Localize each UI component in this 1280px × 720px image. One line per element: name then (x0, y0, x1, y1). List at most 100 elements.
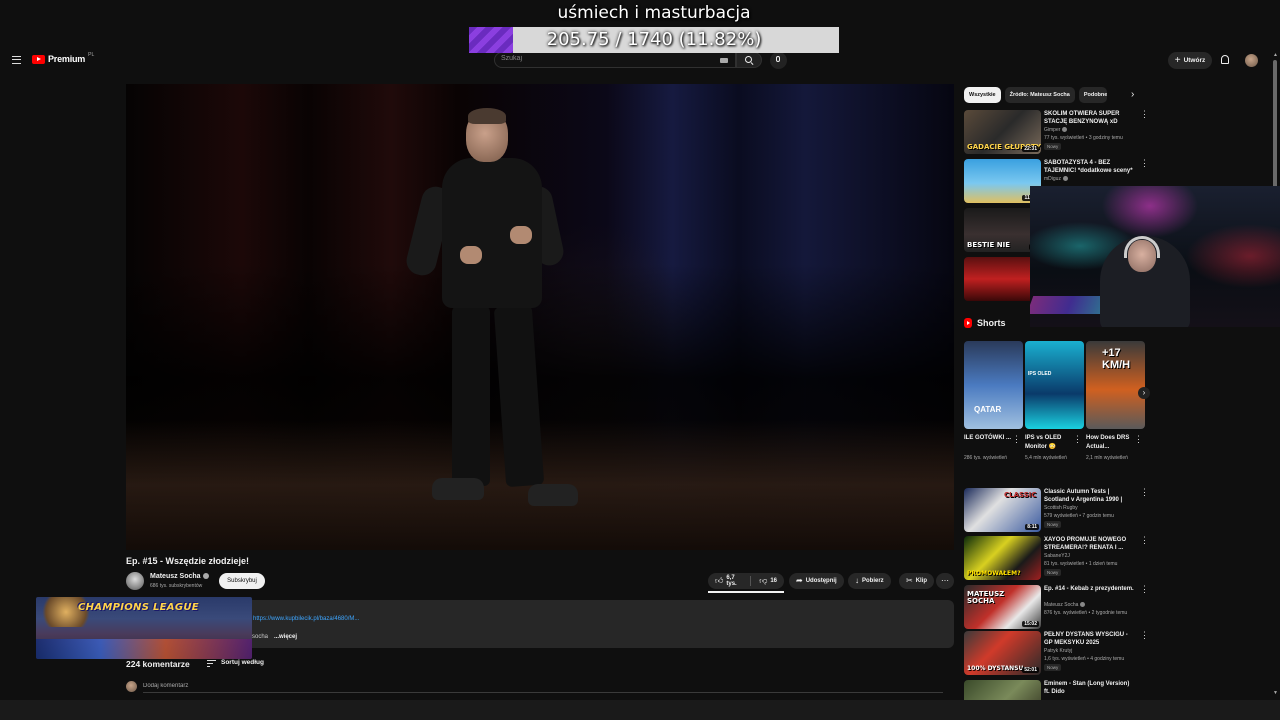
video-player[interactable] (126, 84, 954, 550)
description-link[interactable]: https://www.kupbilecik.pl/baza/4680/M... (253, 616, 359, 622)
clip-label: Klip (915, 578, 928, 584)
more-horizontal-icon: ⋯ (941, 576, 949, 585)
recommendation-item[interactable]: CLASSIC 8:11 Classic Autumn Tests | Scot… (964, 488, 1149, 534)
short-thumbnail[interactable]: +17 KM/H (1086, 341, 1145, 429)
video-title[interactable]: Classic Autumn Tests | Scotland v Argent… (1044, 488, 1136, 505)
channel-name[interactable]: Mateusz Socha (150, 573, 209, 580)
recommendation-item[interactable]: 100% DYSTANSU 52:01 PEŁNY DYSTANS WYŚCIG… (964, 631, 1149, 677)
account-avatar[interactable] (1245, 54, 1258, 67)
video-title[interactable]: XAYOO PROMUJE NOWEGO STREAMERA!? RENATA … (1044, 536, 1136, 552)
show-more-link[interactable]: ...więcej (274, 634, 297, 640)
scroll-up-arrow-icon[interactable]: ▲ (1273, 52, 1278, 58)
video-title[interactable]: Eminem - Stan (Long Version) ft. Dido (1044, 680, 1136, 696)
like-count[interactable]: 6,7 tys. (726, 575, 742, 587)
performer-hand-left (460, 246, 482, 264)
video-meta: 81 tys. wyświetleń • 1 dzień temu (1044, 561, 1118, 567)
comedian-figure (403, 106, 580, 536)
video-thumbnail[interactable]: 100% DYSTANSU 52:01 (964, 631, 1041, 675)
download-button[interactable]: ↓ Pobierz (848, 573, 891, 589)
page-scrollbar[interactable]: ▲ ▼ (1273, 52, 1278, 700)
clip-button[interactable]: ✂ Klip (899, 573, 935, 589)
video-title[interactable]: Ep. #14 - Kebab z prezydentem. (1044, 585, 1136, 593)
more-vertical-icon[interactable]: ⋮ (1140, 631, 1149, 640)
new-badge: Nowy (1044, 521, 1062, 528)
more-actions-button[interactable]: ⋯ (936, 573, 954, 589)
video-title[interactable]: PEŁNY DYSTANS WYŚCIGU - GP MEKSYKU 2025 (1044, 631, 1136, 647)
performer-hair (468, 108, 506, 124)
short-thumbnail[interactable]: QATAR (964, 341, 1023, 429)
short-title[interactable]: IPS vs OLED Monitor 😳 (1025, 434, 1073, 452)
more-vertical-icon[interactable]: ⋮ (1140, 110, 1149, 119)
more-vertical-icon[interactable]: ⋮ (1140, 536, 1149, 545)
more-vertical-icon[interactable]: ⋮ (1140, 680, 1144, 689)
chip-all[interactable]: Wszystkie (964, 87, 1001, 103)
shorts-heading-text: Shorts (977, 318, 1006, 328)
video-duration: 52:01 (1022, 667, 1039, 673)
hamburger-menu-icon[interactable] (12, 56, 21, 64)
video-thumbnail[interactable] (964, 680, 1041, 700)
share-button[interactable]: ➦ Udostępnij (789, 573, 844, 589)
more-vertical-icon[interactable]: ⋮ (1140, 585, 1149, 594)
shorts-next-arrow-icon[interactable]: › (1138, 387, 1150, 399)
thumbnail-caption: PROMOWAŁEM? (967, 570, 1021, 577)
short-overlay-text: +17 KM/H (1102, 347, 1131, 371)
stream-progress-text: 205.75 / 1740 (11.82%) (546, 29, 762, 50)
subscribe-button[interactable]: Subskrybuj (219, 573, 265, 589)
short-title[interactable]: How Does DRS Actual... (1086, 434, 1134, 452)
video-title[interactable]: SKOLIM OTWIERA SUPER STACJĘ BENZYNOWĄ xD (1044, 110, 1136, 126)
short-overlay-text: QATAR (974, 405, 1002, 414)
short-views: 5,4 mln wyświetleń (1025, 455, 1067, 461)
shorts-logo-icon (964, 318, 972, 328)
video-duration: 15:02 (1022, 621, 1039, 627)
scroll-down-arrow-icon[interactable]: ▼ (1273, 690, 1278, 696)
thumbs-down-icon[interactable]: 👎︎ (759, 577, 767, 585)
recommendation-item[interactable]: PROMOWAŁEM? XAYOO PROMUJE NOWEGO STREAME… (964, 536, 1149, 582)
keyboard-icon[interactable] (720, 58, 728, 63)
thumbs-up-icon[interactable]: 👍︎ (715, 577, 723, 585)
dislike-count[interactable]: 16 (770, 578, 777, 584)
youtube-premium-logo[interactable]: Premium PL (32, 52, 95, 64)
chip-similar[interactable]: Podobne (1078, 87, 1107, 103)
sort-by-button[interactable]: Sortuj według (221, 659, 264, 666)
sort-icon[interactable] (207, 660, 216, 667)
short-thumbnail[interactable]: IPS OLED (1025, 341, 1084, 429)
more-vertical-icon[interactable]: ⋮ (1012, 435, 1021, 444)
voice-search-button[interactable] (770, 52, 787, 69)
more-vertical-icon[interactable]: ⋮ (1134, 435, 1143, 444)
short-title[interactable]: ILE GOTÓWKI ... (964, 434, 1012, 443)
short-item[interactable]: +17 KM/H How Does DRS Actual... 2,1 mln … (1086, 341, 1146, 461)
search-button[interactable] (736, 52, 762, 68)
video-thumbnail[interactable]: PROMOWAŁEM? (964, 536, 1041, 580)
more-vertical-icon[interactable]: ⋮ (1140, 159, 1149, 168)
more-vertical-icon[interactable]: ⋮ (1140, 488, 1149, 497)
short-views: 286 tys. wyświetleń (964, 455, 1008, 461)
video-title[interactable]: SABOTAŻYSTA 4 - BEZ TAJEMNIC! *dodatkowe… (1044, 159, 1136, 175)
short-item[interactable]: QATAR ILE GOTÓWKI ... 286 tys. wyświetle… (964, 341, 1024, 461)
add-comment-input[interactable] (143, 683, 943, 693)
video-thumbnail[interactable]: GADACIE GŁUPOTY 22:31 (964, 110, 1041, 154)
short-item[interactable]: IPS OLED IPS vs OLED Monitor 😳 5,4 mln w… (1025, 341, 1085, 461)
logo-region: PL (88, 52, 95, 58)
recommendation-item[interactable]: Eminem - Stan (Long Version) ft. Dido ⋮ (964, 680, 1144, 700)
channel-name: mDiguz (1044, 176, 1068, 182)
share-arrow-icon: ➦ (796, 576, 803, 585)
video-thumbnail[interactable]: MATEUSZ SOCHA 15:02 (964, 585, 1041, 629)
video-thumbnail[interactable]: CLASSIC 8:11 (964, 488, 1041, 532)
thumbnail-caption: BESTIE NIE (967, 241, 1011, 249)
recommendation-item[interactable]: GADACIE GŁUPOTY 22:31 SKOLIM OTWIERA SUP… (964, 110, 1149, 156)
more-vertical-icon[interactable]: ⋮ (1073, 435, 1082, 444)
chevron-right-icon[interactable]: › (1131, 90, 1134, 100)
search-box (494, 52, 736, 68)
create-button[interactable]: + Utwórz (1168, 52, 1212, 69)
new-badge: Nowy (1044, 143, 1062, 150)
recommendation-item[interactable]: MATEUSZ SOCHA 15:02 Ep. #14 - Kebab z pr… (964, 585, 1149, 631)
chip-from-channel[interactable]: Źródło: Mateusz Socha (1004, 87, 1075, 103)
subscriber-count: 686 tys. subskrybentów (150, 583, 203, 589)
stream-progress-bar: 205.75 / 1740 (11.82%) (469, 27, 839, 53)
channel-avatar[interactable] (126, 572, 144, 590)
notifications-bell-icon[interactable] (1221, 55, 1229, 64)
scrollbar-thumb[interactable] (1273, 60, 1277, 190)
thumbnail-caption: MATEUSZ SOCHA (967, 590, 1005, 605)
like-divider (749, 576, 757, 586)
search-input[interactable] (501, 55, 701, 62)
